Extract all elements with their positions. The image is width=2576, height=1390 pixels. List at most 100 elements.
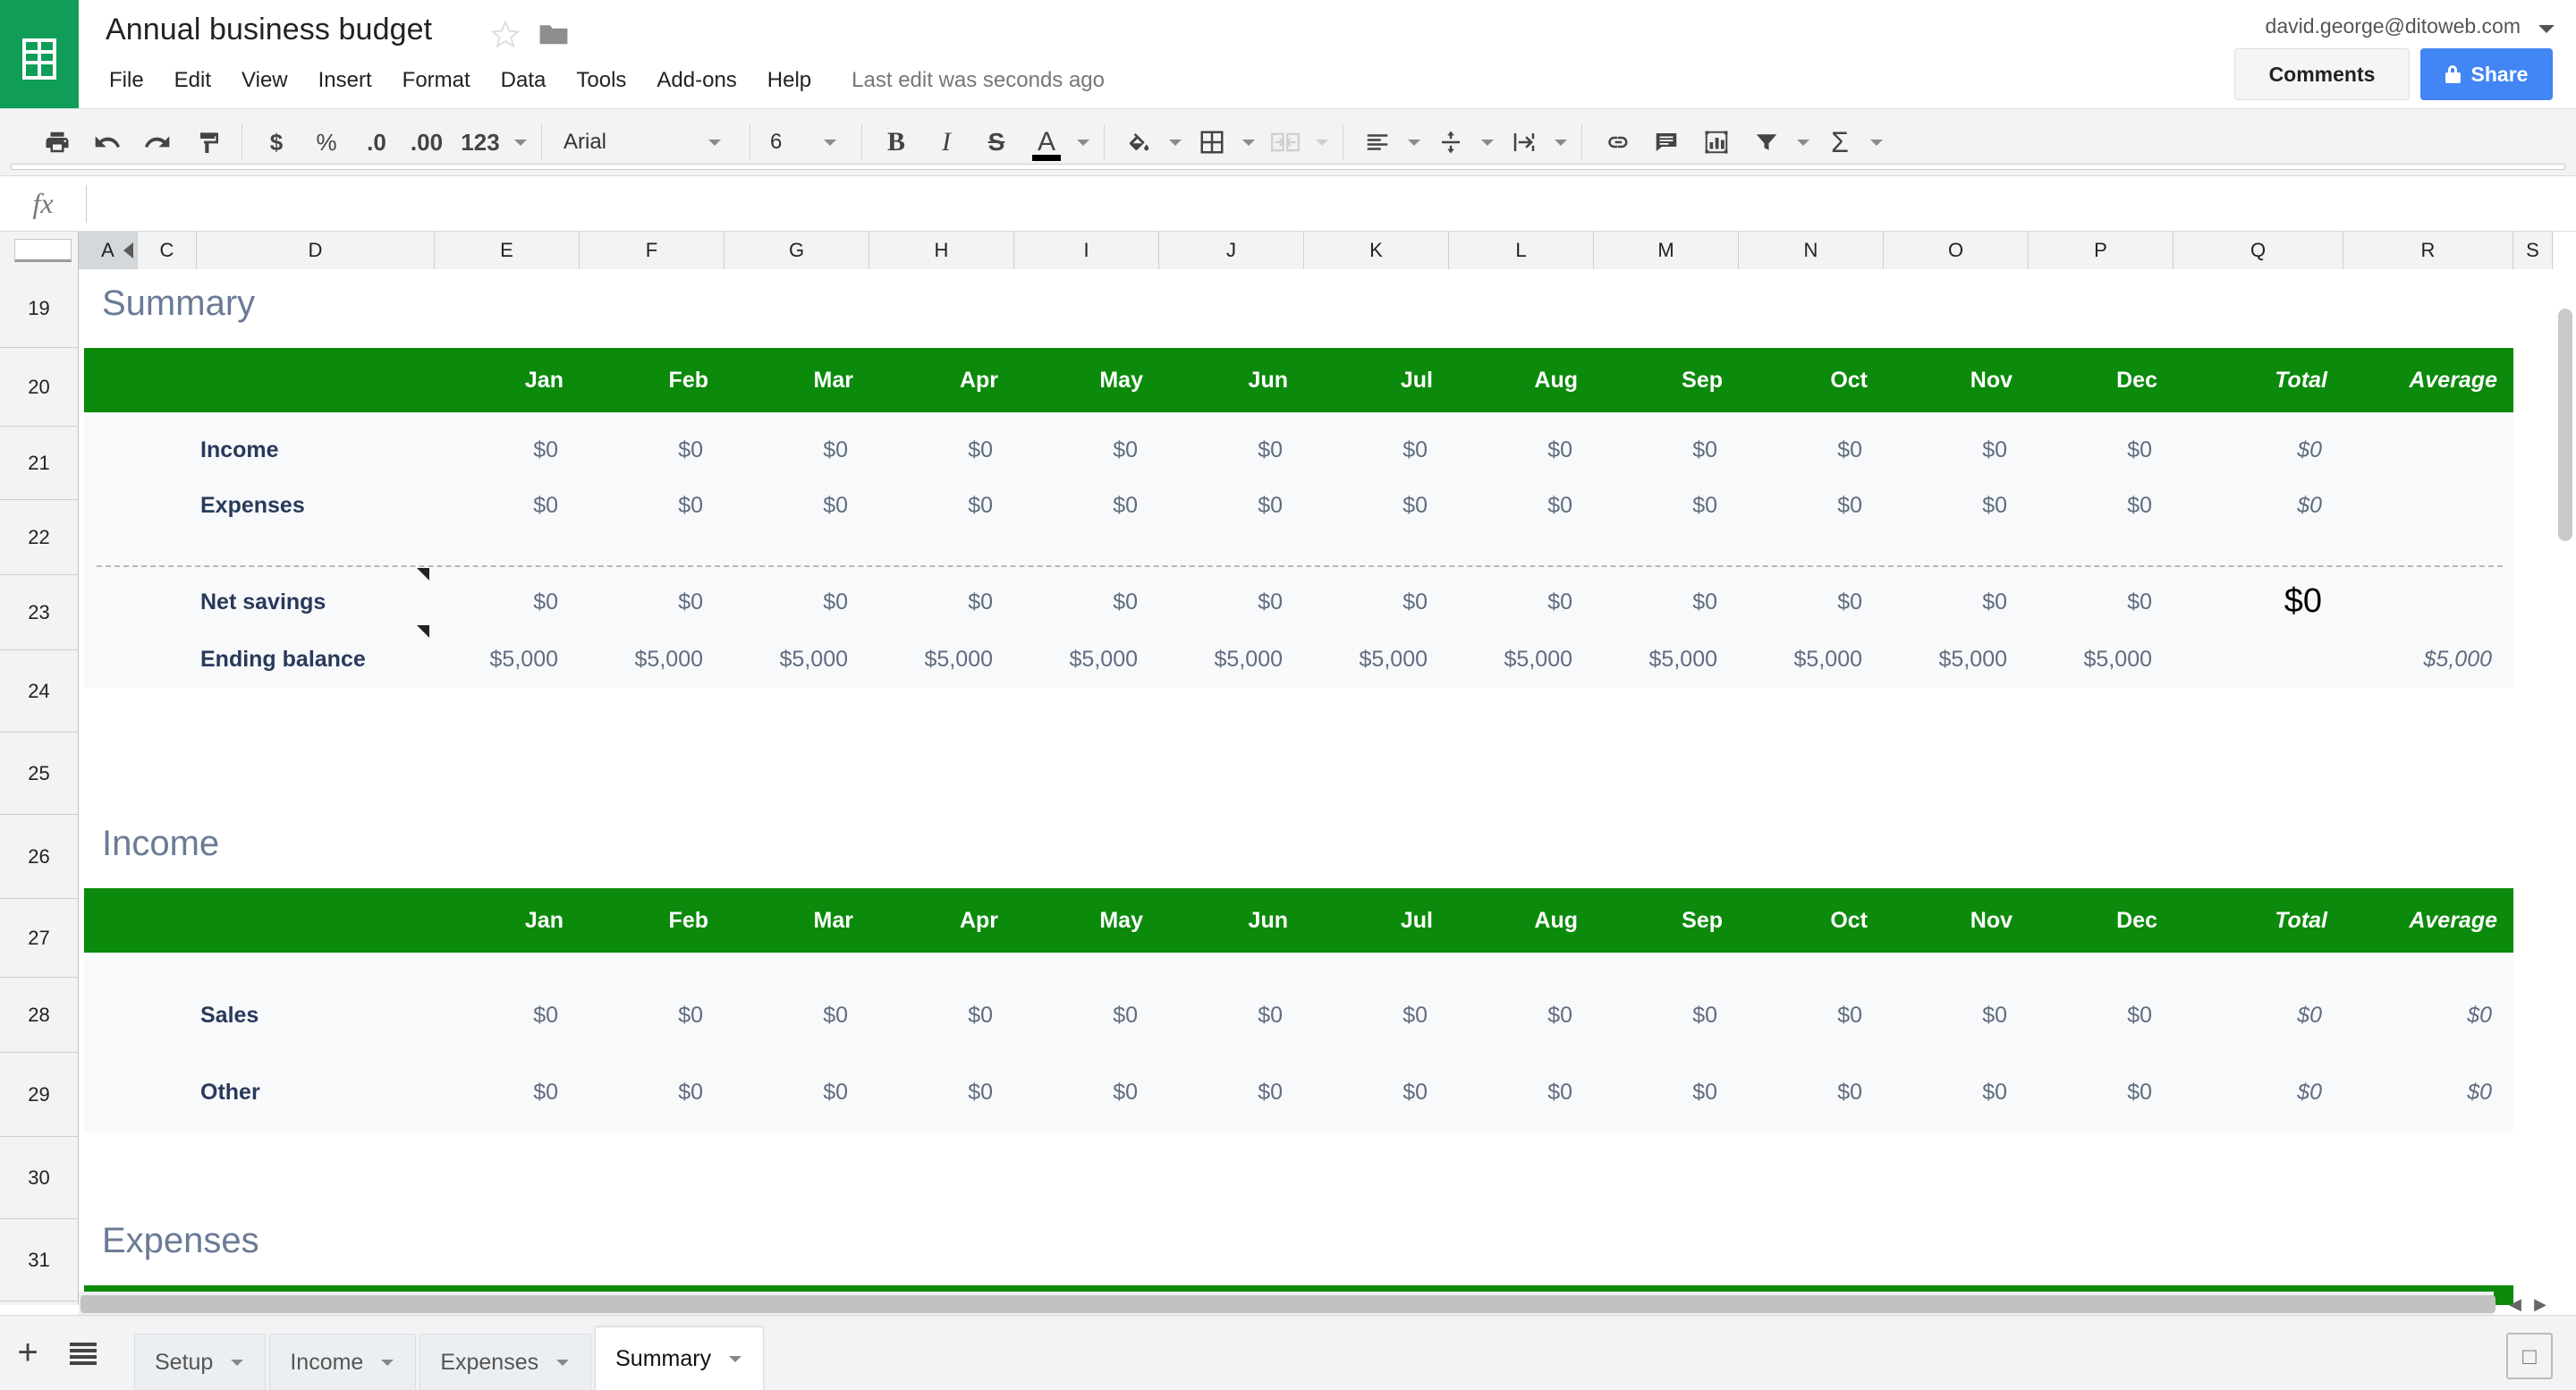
explore-icon[interactable]: □ (2506, 1333, 2553, 1379)
chevron-down-icon[interactable] (729, 1355, 742, 1362)
star-icon[interactable] (490, 20, 521, 50)
formula-input[interactable] (87, 176, 2576, 232)
vertical-scrollbar-thumb[interactable] (2558, 309, 2572, 541)
undo-icon[interactable] (82, 118, 132, 166)
column-header-p[interactable]: P (2029, 232, 2174, 269)
bold-button[interactable]: B (871, 118, 921, 166)
functions-fx-icon[interactable]: fx (0, 187, 86, 220)
chevron-down-icon[interactable] (556, 1359, 570, 1366)
menu-item-view[interactable]: View (226, 63, 303, 98)
insert-comment-icon[interactable] (1641, 118, 1691, 166)
column-header-m[interactable]: M (1594, 232, 1739, 269)
chevron-down-icon[interactable] (708, 139, 721, 146)
chevron-down-icon[interactable] (1481, 139, 1494, 146)
all-sheets-icon[interactable] (55, 1326, 111, 1381)
text-color-button[interactable]: A (1021, 118, 1072, 166)
sheet-tab-income[interactable]: Income (269, 1333, 417, 1390)
chevron-down-icon[interactable] (1316, 139, 1328, 146)
currency-format-button[interactable]: $ (251, 118, 301, 166)
chevron-down-icon[interactable] (1555, 139, 1567, 146)
comment-indicator-icon[interactable] (417, 625, 429, 638)
insert-link-icon[interactable] (1591, 118, 1641, 166)
share-button[interactable]: Share (2420, 48, 2553, 100)
row-header-30[interactable]: 30 (0, 1137, 79, 1219)
vertical-align-icon[interactable] (1426, 118, 1476, 166)
font-family-selector[interactable]: Arial (551, 118, 703, 166)
borders-icon[interactable] (1187, 118, 1237, 166)
column-header-c[interactable]: C (138, 232, 197, 269)
column-header-d[interactable]: D (197, 232, 435, 269)
column-header-l[interactable]: L (1449, 232, 1594, 269)
chevron-down-icon[interactable] (381, 1359, 394, 1366)
account-email[interactable]: david.george@ditoweb.com (2266, 14, 2521, 38)
italic-button[interactable]: I (921, 118, 971, 166)
column-header-h[interactable]: H (869, 232, 1014, 269)
row-header-25[interactable]: 25 (0, 733, 79, 815)
comments-button[interactable]: Comments (2234, 48, 2410, 100)
horizontal-align-icon[interactable] (1352, 118, 1402, 166)
insert-chart-icon[interactable] (1691, 118, 1741, 166)
column-header-o[interactable]: O (1884, 232, 2029, 269)
column-header-j[interactable]: J (1159, 232, 1304, 269)
text-wrapping-icon[interactable] (1499, 118, 1549, 166)
row-header-31[interactable]: 31 (0, 1219, 79, 1301)
merge-cells-icon[interactable] (1260, 118, 1310, 166)
decrease-decimal-button[interactable]: .0 (352, 118, 402, 166)
chevron-down-icon[interactable] (1242, 139, 1255, 146)
filter-icon[interactable] (1741, 118, 1792, 166)
menu-item-file[interactable]: File (106, 63, 159, 98)
folder-icon[interactable] (538, 21, 569, 47)
row-header-23[interactable]: 23 (0, 575, 79, 650)
scroll-right-icon[interactable]: ▶ (2528, 1292, 2553, 1317)
row-header-24[interactable]: 24 (0, 650, 79, 733)
font-size-selector[interactable]: 6 (759, 118, 818, 166)
column-header-r[interactable]: R (2343, 232, 2513, 269)
column-header-i[interactable]: I (1014, 232, 1159, 269)
row-header-32[interactable]: 32 (0, 1301, 79, 1305)
row-header-27[interactable]: 27 (0, 899, 79, 978)
redo-icon[interactable] (132, 118, 182, 166)
row-header-26[interactable]: 26 (0, 815, 79, 899)
menu-item-insert[interactable]: Insert (303, 63, 387, 98)
sheet-tab-setup[interactable]: Setup (134, 1333, 267, 1390)
page-title[interactable]: Annual business budget (106, 13, 432, 47)
sheets-logo-icon[interactable] (0, 0, 79, 117)
increase-decimal-button[interactable]: .00 (402, 118, 452, 166)
chevron-down-icon[interactable] (824, 139, 836, 146)
sheet-tab-expenses[interactable]: Expenses (419, 1333, 592, 1390)
row-header-21[interactable]: 21 (0, 427, 79, 500)
column-header-e[interactable]: E (435, 232, 580, 269)
row-header-20[interactable]: 20 (0, 348, 79, 427)
paint-format-icon[interactable] (182, 118, 233, 166)
last-edit-status[interactable]: Last edit was seconds ago (852, 63, 1105, 98)
collapse-group-icon[interactable] (123, 242, 133, 259)
fill-color-icon[interactable] (11, 118, 2565, 170)
chevron-down-icon[interactable] (514, 139, 527, 146)
percent-format-button[interactable]: % (301, 118, 352, 166)
row-header-28[interactable]: 28 (0, 978, 79, 1053)
menu-item-edit[interactable]: Edit (159, 63, 226, 98)
add-sheet-button[interactable]: + (0, 1326, 55, 1381)
scroll-left-icon[interactable]: ◀ (2503, 1292, 2528, 1317)
horizontal-scrollbar-thumb[interactable] (80, 1295, 2496, 1313)
column-header-k[interactable]: K (1304, 232, 1449, 269)
strikethrough-button[interactable]: S (971, 118, 1021, 166)
comment-indicator-icon[interactable] (417, 568, 429, 581)
menu-item-addons[interactable]: Add-ons (641, 63, 751, 98)
row-header-22[interactable]: 22 (0, 500, 79, 575)
menu-item-tools[interactable]: Tools (561, 63, 641, 98)
select-all-corner[interactable] (0, 232, 79, 269)
row-header-29[interactable]: 29 (0, 1053, 79, 1137)
menu-item-help[interactable]: Help (752, 63, 826, 98)
sheet-body[interactable]: Summary Jan Feb Mar Apr May Jun Jul Aug Sep Oct No… (79, 269, 2576, 1305)
functions-button[interactable]: Σ (1815, 118, 1865, 166)
column-header-s[interactable]: S (2513, 232, 2553, 269)
chevron-down-icon[interactable] (231, 1359, 244, 1366)
chevron-down-icon[interactable] (2538, 25, 2555, 33)
number-format-button[interactable]: 123 (452, 118, 509, 166)
menu-item-data[interactable]: Data (486, 63, 562, 98)
column-header-n[interactable]: N (1739, 232, 1884, 269)
chevron-down-icon[interactable] (1169, 139, 1182, 146)
menu-item-format[interactable]: Format (387, 63, 486, 98)
chevron-down-icon[interactable] (1077, 139, 1089, 146)
